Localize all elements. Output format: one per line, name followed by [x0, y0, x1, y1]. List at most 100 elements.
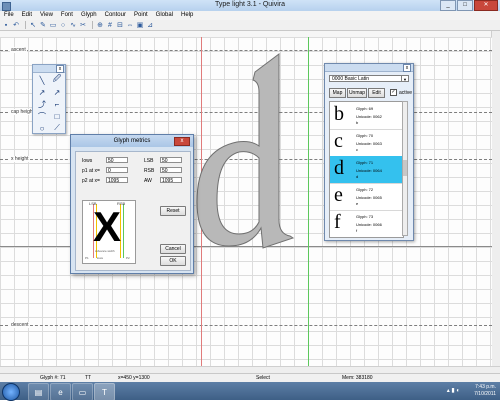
glyph-panel-close-button[interactable]: x [403, 64, 411, 72]
type-light-app-icon[interactable]: T [94, 383, 115, 401]
circle-tool-icon[interactable]: ○ [59, 21, 67, 29]
aw-field[interactable]: 1095 [160, 177, 182, 184]
menu-view[interactable]: View [36, 11, 57, 20]
glyph-preview-char: d [334, 157, 344, 179]
bezier-corner-tool-icon[interactable]: ↗ [51, 87, 63, 97]
tray-icons[interactable]: ▴ ▮ ◐ [447, 387, 460, 394]
glyph-list-panel: x 0000 Basic Latin ▼ Map Unmap Edit ✓ ac… [324, 63, 414, 241]
glyph-preview-char: c [334, 130, 343, 152]
vertical-scrollbar[interactable] [491, 31, 500, 366]
aw-label: AW [144, 178, 152, 184]
glyph-letter: c [356, 147, 358, 152]
glyph-letter: e [356, 201, 359, 206]
close-button[interactable]: ✕ [474, 0, 498, 11]
curve-tool-icon[interactable]: ⤴ [36, 99, 48, 109]
toolbar-separator [92, 21, 93, 29]
glyph-list-item[interactable]: e Glyph: 72 Unicode: 0065 e [330, 183, 403, 211]
iows-field[interactable]: 50 [106, 157, 128, 164]
tool-palette-header[interactable]: x [33, 65, 65, 73]
rsb-label: RSB [144, 168, 155, 174]
menu-edit[interactable]: Edit [18, 11, 36, 20]
lsb-label: LSB [144, 158, 154, 164]
descent-guide[interactable] [0, 325, 492, 326]
corner-tool-icon[interactable]: ⌐ [51, 99, 63, 109]
reset-button[interactable]: Reset [160, 206, 186, 216]
cancel-button[interactable]: Cancel [160, 244, 186, 254]
folder-app-icon[interactable]: ▭ [72, 383, 93, 401]
menu-font[interactable]: Font [57, 11, 77, 20]
minimize-button[interactable]: _ [440, 0, 456, 11]
undo-icon[interactable]: ↶ [12, 21, 20, 29]
tool-palette-close-button[interactable]: x [56, 65, 64, 73]
x-height-label: x height [10, 156, 30, 162]
p2-label: p2 at x= [82, 178, 100, 184]
glyph-list-item[interactable]: c Glyph: 70 Unicode: 0063 c [330, 129, 403, 157]
menu-glyph[interactable]: Glyph [77, 11, 101, 20]
menu-file[interactable]: File [0, 11, 18, 20]
measure-icon[interactable]: ⊿ [146, 21, 154, 29]
start-button[interactable] [2, 383, 20, 401]
edit-button[interactable]: Edit [368, 88, 385, 98]
dialog-title-bar[interactable]: Glyph metrics x [71, 135, 193, 147]
rsb-field[interactable]: 50 [160, 167, 182, 174]
grid-icon[interactable]: # [106, 21, 114, 29]
status-glyph: Glyph #: 71 [40, 375, 66, 381]
browser-app-icon[interactable]: e [50, 383, 71, 401]
glyph-panel-header[interactable]: x [325, 64, 413, 72]
knife-tool-icon[interactable]: 🖉 [51, 74, 63, 85]
cut-tool-icon[interactable]: ✂ [79, 21, 87, 29]
ellipse-tool-icon[interactable]: ○ [36, 123, 48, 133]
ok-button[interactable]: OK [160, 256, 186, 266]
status-mode: Select [256, 375, 270, 381]
glyph-list-item[interactable]: f Glyph: 73 Unicode: 0066 f [330, 210, 403, 237]
glyph-metrics-dialog: Glyph metrics x Iows 50 p1 at x= 0 p2 at… [70, 134, 194, 274]
glyph-list-item-selected[interactable]: d Glyph: 71 Unicode: 0064 d [330, 156, 403, 184]
p1-field[interactable]: 0 [106, 167, 128, 174]
explorer-app-icon[interactable]: ▤ [28, 383, 49, 401]
map-button[interactable]: Map [329, 88, 346, 98]
menu-global[interactable]: Global [152, 11, 177, 20]
unmap-button[interactable]: Unmap [347, 88, 367, 98]
rectangle-tool-icon[interactable]: ▭ [49, 21, 57, 29]
maximize-button[interactable]: □ [457, 0, 473, 11]
metrics-icon[interactable]: ⇔ [126, 21, 134, 29]
arc-tool-icon[interactable]: ⌒ [36, 111, 48, 121]
select-tool-icon[interactable]: ↖ [29, 21, 37, 29]
glyph-list[interactable]: b Glyph: 69 Unicode: 0062 b c Glyph: 70 … [329, 101, 404, 238]
tool-palette: x ╲ 🖉 ↗ ↗ ⤴ ⌐ ⌒ □ ○ ⟋ [32, 64, 66, 134]
glyph-list-scrollbar[interactable] [402, 101, 408, 236]
dialog-close-button[interactable]: x [174, 137, 190, 146]
line-tool-icon[interactable]: ╲ [36, 75, 48, 85]
unicode-range-select[interactable]: 0000 Basic Latin ▼ [329, 75, 409, 82]
curve-tool-icon[interactable]: ∿ [69, 21, 77, 29]
p1-label: p1 at x= [82, 168, 100, 174]
glyph-unicode: Unicode: 0063 [356, 141, 382, 146]
window-title: Type light 3.1 - Quivira [214, 1, 286, 8]
ruler-icon[interactable]: ⊟ [116, 21, 124, 29]
menu-point[interactable]: Point [130, 11, 152, 20]
glyph-preview-char: f [334, 211, 341, 233]
bezier-tool-icon[interactable]: ↗ [36, 87, 48, 97]
status-memory: Mem: 383180 [342, 375, 373, 381]
lsb-field[interactable]: 50 [160, 157, 182, 164]
glyph-preview-char: e [334, 184, 343, 206]
glyph-outline-d[interactable] [193, 42, 323, 292]
preview-icon[interactable]: ▣ [136, 21, 144, 29]
glyph-list-scroll-thumb[interactable] [403, 160, 407, 176]
preview-glyph: X [93, 203, 122, 250]
glyph-list-item[interactable]: b Glyph: 69 Unicode: 0062 b [330, 102, 403, 130]
zoom-icon[interactable]: ⊕ [96, 21, 104, 29]
active-checkbox[interactable]: ✓ active [390, 89, 412, 96]
clock[interactable]: 7:43 p.m. 7/10/2011 [474, 384, 496, 398]
menu-help[interactable]: Help [177, 11, 197, 20]
chevron-down-icon[interactable]: ▼ [401, 76, 408, 82]
menu-contour[interactable]: Contour [101, 11, 130, 20]
status-coordinates: x=450 y=1300 [118, 375, 150, 381]
save-icon[interactable]: ▪ [2, 21, 10, 29]
p2-field[interactable]: 1095 [106, 177, 128, 184]
glyph-letter: f [356, 228, 358, 233]
horizontal-scrollbar[interactable] [0, 366, 500, 373]
measure-tool-icon[interactable]: ⟋ [51, 123, 63, 133]
rectangle-tool-icon[interactable]: □ [51, 111, 63, 121]
pen-tool-icon[interactable]: ✎ [39, 21, 47, 29]
